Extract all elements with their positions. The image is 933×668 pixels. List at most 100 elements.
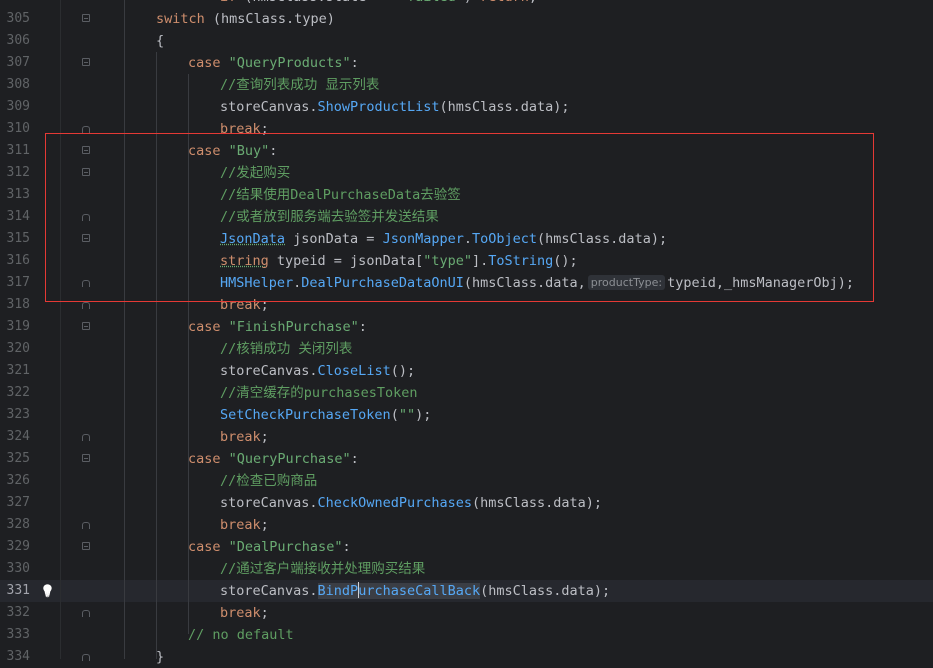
line-number: 331 (6, 583, 30, 598)
code-line[interactable]: 325 case "QueryPurchase": (0, 448, 933, 470)
fold-toggle-icon[interactable] (82, 322, 90, 330)
code-line[interactable]: 330 //通过客户端接收并处理购买结果 (0, 558, 933, 580)
fold-toggle-icon[interactable] (82, 654, 90, 661)
fold-toggle-icon[interactable] (82, 522, 90, 529)
fold-toggle-icon[interactable] (82, 610, 90, 617)
token: string (220, 253, 269, 269)
fold-toggle-icon[interactable] (82, 454, 90, 462)
code-line[interactable]: 320 //核销成功 关闭列表 (0, 338, 933, 360)
code-line[interactable]: 319 case "FinishPurchase": (0, 316, 933, 338)
token: . (463, 231, 472, 247)
code-line[interactable]: 306 { (0, 30, 933, 52)
line-number: 320 (6, 341, 30, 356)
code-line[interactable]: 315 JsonData jsonData = JsonMapper.ToObje… (0, 228, 933, 250)
code-line[interactable]: 329 case "DealPurchase": (0, 536, 933, 558)
code-line[interactable]: 310 break; (0, 118, 933, 140)
code-text: //核销成功 关闭列表 (220, 338, 352, 360)
highlighted-identifier: BindPurchaseCallBack (317, 582, 481, 599)
token: DealPurchaseDataOnUI (301, 275, 464, 291)
line-number: 309 (6, 99, 30, 114)
token: { (156, 33, 165, 49)
indent-guide (188, 74, 189, 634)
code-line[interactable]: 314 //或者放到服务端去验签并发送结果 (0, 206, 933, 228)
token: if (220, 0, 236, 5)
fold-toggle-icon[interactable] (82, 434, 90, 441)
code-line[interactable]: 304 if (hmsClass.state == "failed") retur… (0, 0, 933, 8)
code-line[interactable]: 324 break; (0, 426, 933, 448)
code-line[interactable]: 316 string typeid = jsonData["type"].ToSt… (0, 250, 933, 272)
code-line[interactable]: 327 storeCanvas.CheckOwnedPurchases(hmsCl… (0, 492, 933, 514)
code-line[interactable]: 332 break; (0, 602, 933, 624)
code-editor[interactable]: 304 if (hmsClass.state == "failed") retur… (0, 0, 933, 668)
fold-toggle-icon[interactable] (82, 280, 90, 287)
token: ); (415, 407, 432, 423)
fold-toggle-icon[interactable] (82, 542, 90, 550)
token: "QueryProducts" (228, 55, 351, 71)
code-line[interactable]: 311 case "Buy": (0, 140, 933, 162)
code-text: break; (220, 602, 269, 624)
code-text: //查询列表成功 显示列表 (220, 74, 379, 96)
token: storeCanvas. (220, 99, 318, 115)
token: JsonData (220, 231, 286, 247)
token: ; (260, 297, 269, 313)
token: "Buy" (228, 143, 270, 159)
code-line[interactable]: 307 case "QueryProducts": (0, 52, 933, 74)
line-number: 306 (6, 33, 30, 48)
code-text: { (156, 30, 164, 52)
line-number: 315 (6, 231, 30, 246)
line-number: 304 (0, 0, 30, 8)
code-text: break; (220, 118, 269, 140)
code-line[interactable]: 309 storeCanvas.ShowProductList(hmsClass.… (0, 96, 933, 118)
code-text: HMSHelper.DealPurchaseDataOnUI(hmsClass.… (220, 272, 854, 294)
token: break (220, 297, 261, 313)
code-line[interactable]: 321 storeCanvas.CloseList(); (0, 360, 933, 382)
code-line[interactable]: 317 HMSHelper.DealPurchaseDataOnUI(hmsCla… (0, 272, 933, 294)
token: (); (390, 363, 416, 379)
code-line[interactable]: 328 break; (0, 514, 933, 536)
token: //或者放到服务端去验签并发送结果 (220, 209, 439, 225)
code-line[interactable]: 313 //结果使用DealPurchaseData去验签 (0, 184, 933, 206)
fold-toggle-icon[interactable] (82, 126, 90, 133)
code-line[interactable]: 318 break; (0, 294, 933, 316)
code-line[interactable]: 326 //检查已购商品 (0, 470, 933, 492)
token: //结果使用DealPurchaseData去验签 (220, 187, 461, 203)
token: "" (398, 407, 416, 423)
code-text: string typeid = jsonData["type"].ToStrin… (220, 250, 578, 272)
token: storeCanvas. (220, 583, 318, 599)
token: jsonData = (285, 231, 383, 247)
code-text: break; (220, 294, 269, 316)
line-number: 322 (6, 385, 30, 400)
code-line[interactable]: 305 switch (hmsClass.type) (0, 8, 933, 30)
code-text: case "QueryProducts": (188, 52, 359, 74)
line-number: 325 (6, 451, 30, 466)
code-text: //检查已购商品 (220, 470, 317, 492)
code-line[interactable]: 308 //查询列表成功 显示列表 (0, 74, 933, 96)
code-line[interactable]: 334} (0, 646, 933, 668)
fold-toggle-icon[interactable] (82, 146, 90, 154)
fold-toggle-icon[interactable] (82, 14, 90, 22)
line-number: 310 (6, 121, 30, 136)
line-number: 334 (6, 649, 30, 664)
fold-toggle-icon[interactable] (82, 234, 90, 242)
fold-toggle-icon[interactable] (82, 58, 90, 66)
code-line[interactable]: 322 //清空缓存的purchasesToken (0, 382, 933, 404)
code-line[interactable]: 333 // no default (0, 624, 933, 646)
code-text: storeCanvas.CloseList(); (220, 360, 415, 382)
lightbulb-icon[interactable]: 💡 (40, 583, 55, 599)
token: : (269, 143, 278, 159)
fold-toggle-icon[interactable] (82, 214, 90, 221)
code-line[interactable]: 323 SetCheckPurchaseToken(""); (0, 404, 933, 426)
code-line[interactable]: 312 //发起购买 (0, 162, 933, 184)
line-number: 332 (6, 605, 30, 620)
fold-toggle-icon[interactable] (82, 168, 90, 176)
code-text: case "FinishPurchase": (188, 316, 367, 338)
code-line[interactable]: 331 💡 storeCanvas.BindPurchaseCallBack(hms… (0, 580, 933, 602)
token: (hmsClass.data); (480, 583, 611, 599)
token: ToObject (472, 231, 538, 247)
token: //发起购买 (220, 165, 291, 181)
line-number: 305 (6, 11, 30, 26)
token: storeCanvas. (220, 495, 318, 511)
fold-toggle-icon[interactable] (82, 302, 90, 309)
